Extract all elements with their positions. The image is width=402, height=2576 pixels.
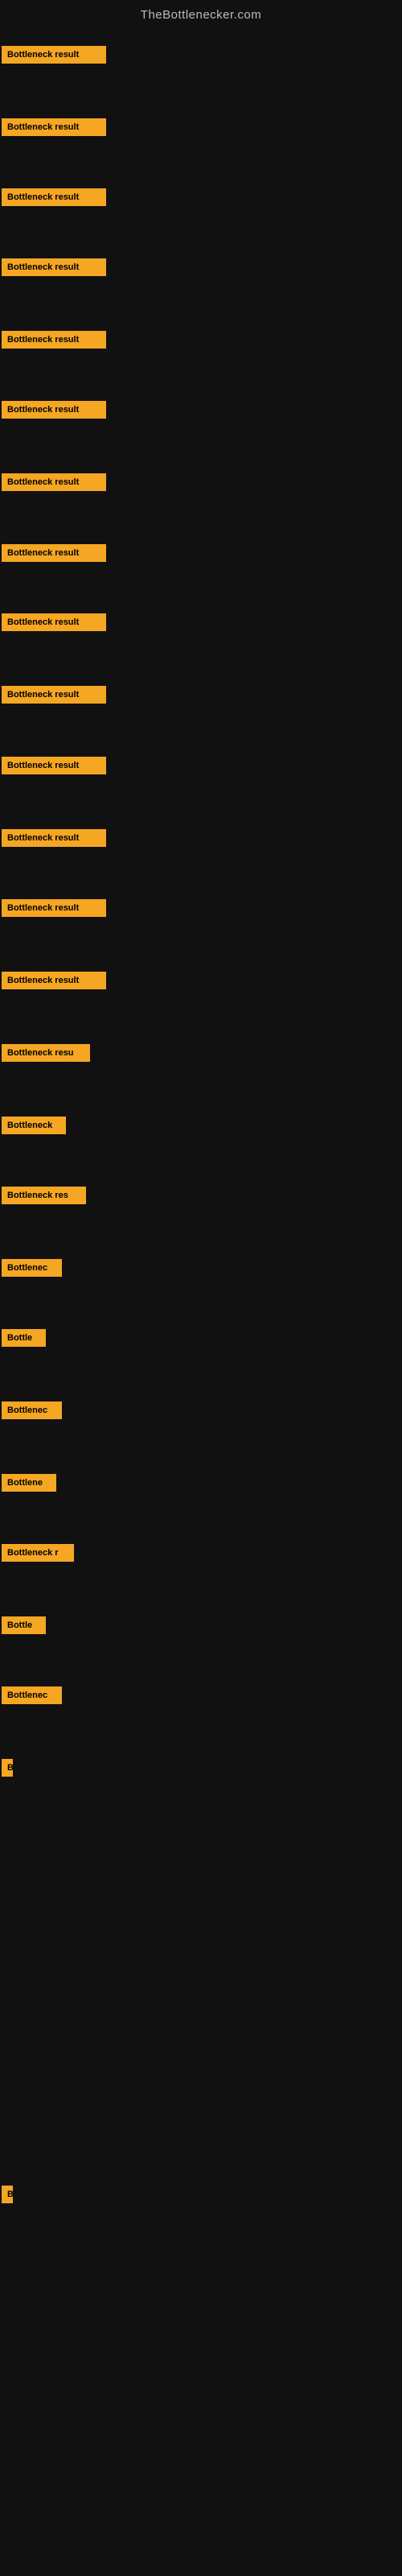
bottleneck-badge-18[interactable]: Bottle <box>2 1329 46 1347</box>
bottleneck-badge-19[interactable]: Bottlenec <box>2 1402 62 1419</box>
bottleneck-badge-17[interactable]: Bottlenec <box>2 1259 62 1277</box>
bottleneck-badge-15[interactable]: Bottleneck <box>2 1117 66 1134</box>
bottleneck-badge-25[interactable]: B <box>2 2186 13 2203</box>
bottleneck-badge-23[interactable]: Bottlenec <box>2 1686 62 1704</box>
bottleneck-badge-21[interactable]: Bottleneck r <box>2 1544 74 1562</box>
bottleneck-badge-6[interactable]: Bottleneck result <box>2 473 106 491</box>
bottleneck-badge-3[interactable]: Bottleneck result <box>2 258 106 276</box>
bottleneck-badge-16[interactable]: Bottleneck res <box>2 1187 86 1204</box>
bottleneck-badge-24[interactable]: B <box>2 1759 13 1777</box>
bottleneck-badge-4[interactable]: Bottleneck result <box>2 331 106 349</box>
bottleneck-badge-5[interactable]: Bottleneck result <box>2 401 106 419</box>
bottleneck-badge-7[interactable]: Bottleneck result <box>2 544 106 562</box>
site-title: TheBottlenecker.com <box>0 2 402 25</box>
bottleneck-badge-1[interactable]: Bottleneck result <box>2 118 106 136</box>
bottleneck-badge-8[interactable]: Bottleneck result <box>2 613 106 631</box>
bottleneck-badge-12[interactable]: Bottleneck result <box>2 899 106 917</box>
bottleneck-badge-10[interactable]: Bottleneck result <box>2 757 106 774</box>
bottleneck-badge-0[interactable]: Bottleneck result <box>2 46 106 64</box>
bottleneck-badge-9[interactable]: Bottleneck result <box>2 686 106 704</box>
page-wrapper: TheBottlenecker.com Bottleneck result Bot… <box>0 0 402 2576</box>
bottleneck-badge-20[interactable]: Bottlene <box>2 1474 56 1492</box>
bottleneck-badge-11[interactable]: Bottleneck result <box>2 829 106 847</box>
bottleneck-badge-2[interactable]: Bottleneck result <box>2 188 106 206</box>
bottleneck-badge-22[interactable]: Bottle <box>2 1616 46 1634</box>
bottleneck-badge-13[interactable]: Bottleneck result <box>2 972 106 989</box>
bottleneck-badge-14[interactable]: Bottleneck resu <box>2 1044 90 1062</box>
